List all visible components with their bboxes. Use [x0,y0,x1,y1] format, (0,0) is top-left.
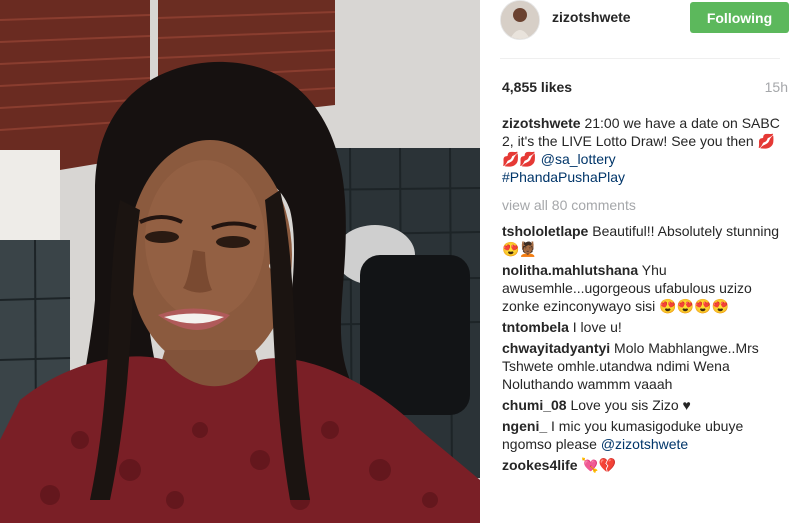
comment-username[interactable]: tntombela [502,319,569,335]
comment-username[interactable]: nolitha.mahlutshana [502,262,638,278]
divider [500,58,780,59]
comments-feed: zizotshwete 21:00 we have a date on SABC… [502,114,788,477]
comment: tshololetlape Beautiful!! Absolutely stu… [502,222,788,258]
selfie-image [0,0,480,523]
post-sidebar: zizotshwete Following 4,855 likes 15h zi… [480,0,800,523]
comment-username[interactable]: chumi_08 [502,397,567,413]
caption-hashtag[interactable]: #PhandaPushaPlay [502,168,788,186]
caption-username[interactable]: zizotshwete [502,115,581,131]
comment-text: Beautiful!! Absolutely stunning [592,223,780,239]
comment: chumi_08 Love you sis Zizo ♥ [502,396,788,414]
comment-emoji: 💘💔 [581,457,617,473]
comment: chwayitadyantyi Molo Mabhlangwe..Mrs Tsh… [502,339,788,393]
comment-mention[interactable]: @zizotshwete [601,436,688,452]
following-button[interactable]: Following [690,2,789,33]
comment-text: Love you sis Zizo [570,397,679,413]
post-username[interactable]: zizotshwete [552,9,631,25]
avatar-image [501,1,539,39]
post-timestamp: 15h [764,79,788,95]
comment-username[interactable]: ngeni_ [502,418,547,434]
post-header: zizotshwete Following [480,0,800,40]
post-photo[interactable] [0,0,480,523]
comment: zookes4life 💘💔 [502,456,788,474]
comment-username[interactable]: chwayitadyantyi [502,340,610,356]
heart-emoji: ♥ [682,397,691,413]
view-all-comments[interactable]: view all 80 comments [502,196,788,214]
likes-count[interactable]: 4,855 likes [502,79,572,95]
comment-emoji: 😍😍😍😍 [659,298,729,314]
comment-text: I love u! [572,319,622,335]
comment: nolitha.mahlutshana Yhu awusemhle...ugor… [502,261,788,315]
caption: zizotshwete 21:00 we have a date on SABC… [502,114,788,186]
comment-username[interactable]: zookes4life [502,457,577,473]
comment: tntombela I love u! [502,318,788,336]
caption-mention[interactable]: @sa_lottery [541,151,616,167]
comment: ngeni_ I mic you kumasigoduke ubuye ngom… [502,417,788,453]
avatar[interactable] [500,0,540,40]
comment-emoji: 😍💆🏾 [502,241,537,257]
comment-username[interactable]: tshololetlape [502,223,588,239]
